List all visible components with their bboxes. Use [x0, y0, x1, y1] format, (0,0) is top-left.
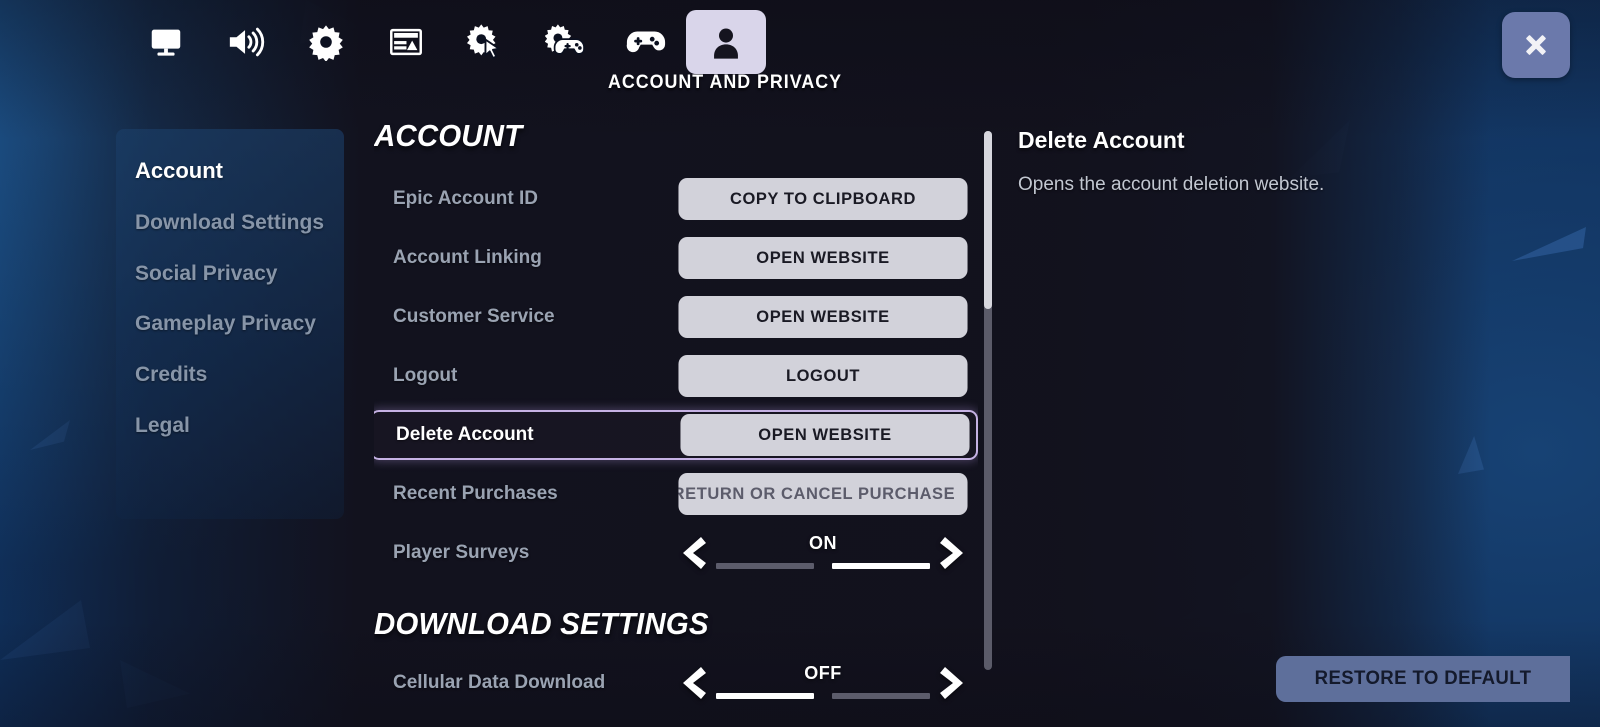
- option-row[interactable]: Recent Purchases RETURN OR CANCEL PURCHAS…: [374, 469, 978, 519]
- option-action-button[interactable]: COPY TO CLIPBOARD: [678, 178, 968, 220]
- option-control: OFF: [674, 660, 978, 706]
- option-label: Cellular Data Download: [393, 672, 606, 693]
- gear-cursor-icon: [466, 23, 506, 61]
- sidebar-item-gameplay-privacy[interactable]: Gameplay Privacy: [135, 312, 325, 336]
- option-row[interactable]: Player Surveys ON: [374, 528, 978, 578]
- option-label: Recent Purchases: [393, 483, 558, 504]
- option-control: LOGOUT: [674, 355, 978, 397]
- description-title: Delete Account: [1018, 127, 1185, 153]
- audio-settings-tab[interactable]: [206, 10, 286, 74]
- option-row[interactable]: Cellular Data Download OFF: [374, 658, 978, 708]
- stepper-next-arrow[interactable]: [936, 533, 972, 573]
- stepper-previous-arrow[interactable]: [674, 663, 710, 703]
- speaker-icon: [226, 23, 266, 61]
- chevron-left-icon: [675, 534, 709, 572]
- stepper-segment[interactable]: [716, 693, 814, 699]
- option-control: RETURN OR CANCEL PURCHASE: [674, 473, 978, 515]
- gear-icon: [307, 23, 345, 61]
- sidebar-item-social-privacy[interactable]: Social Privacy: [135, 262, 325, 286]
- stepper-value-area: OFF: [716, 663, 930, 703]
- option-label: Logout: [393, 365, 458, 386]
- stepper-value-label: OFF: [804, 663, 842, 683]
- option-control: COPY TO CLIPBOARD: [674, 178, 978, 220]
- sidebar-item-credits[interactable]: Credits: [135, 363, 325, 387]
- option-action-button[interactable]: LOGOUT: [678, 355, 968, 397]
- section-heading: ACCOUNT: [374, 118, 523, 153]
- account-and-privacy-tab[interactable]: [686, 10, 766, 74]
- close-button[interactable]: [1502, 12, 1570, 78]
- option-label: Account Linking: [393, 247, 542, 268]
- option-action-button[interactable]: RETURN OR CANCEL PURCHASE: [678, 473, 968, 515]
- tab-icon-row: [126, 10, 766, 74]
- game-settings-tab[interactable]: [286, 10, 366, 74]
- option-control: OPEN WEBSITE: [674, 237, 978, 279]
- option-row[interactable]: Account Linking OPEN WEBSITE: [374, 233, 978, 283]
- option-control: ON: [674, 530, 978, 576]
- stepper-segment[interactable]: [832, 563, 930, 569]
- option-row[interactable]: Delete Account OPEN WEBSITE: [374, 410, 978, 460]
- stepper-segments: [716, 563, 930, 569]
- keyboard-controls-tab[interactable]: [606, 10, 686, 74]
- monitor-icon: [147, 23, 185, 61]
- option-label: Customer Service: [393, 306, 555, 327]
- option-label: Epic Account ID: [393, 188, 538, 209]
- option-control: OPEN WEBSITE: [674, 296, 978, 338]
- option-action-button[interactable]: OPEN WEBSITE: [680, 414, 970, 456]
- gear-gamepad-icon: [545, 23, 587, 61]
- sidebar-item-download-settings[interactable]: Download Settings: [135, 211, 325, 235]
- main-list-scrollbar[interactable]: [984, 131, 992, 670]
- hud-layout-icon: [387, 23, 425, 61]
- stepper-value-area: ON: [716, 533, 930, 573]
- settings-screen: ACCOUNT AND PRIVACY Account Download Sett…: [0, 0, 1600, 727]
- hud-layout-tab[interactable]: [366, 10, 446, 74]
- chevron-left-icon: [675, 664, 709, 702]
- option-row[interactable]: Logout LOGOUT: [374, 351, 978, 401]
- option-label: Player Surveys: [393, 542, 530, 563]
- option-row[interactable]: Epic Account ID COPY TO CLIPBOARD: [374, 174, 978, 224]
- description-panel: Delete Account Opens the account deletio…: [1018, 127, 1488, 198]
- stepper-segment[interactable]: [716, 563, 814, 569]
- gamepad-icon: [625, 24, 667, 60]
- option-label: Delete Account: [396, 424, 534, 445]
- active-tab-title: ACCOUNT AND PRIVACY: [608, 72, 842, 93]
- input-settings-tab[interactable]: [446, 10, 526, 74]
- sidebar-item-legal[interactable]: Legal: [135, 414, 325, 438]
- sidebar-item-account[interactable]: Account: [135, 158, 325, 184]
- person-icon: [708, 23, 744, 61]
- option-action-button[interactable]: OPEN WEBSITE: [678, 237, 968, 279]
- scrollbar-thumb[interactable]: [984, 131, 992, 309]
- decorative-shard: [0, 600, 90, 660]
- option-stepper: OFF: [674, 660, 972, 706]
- decorative-shard: [120, 660, 190, 708]
- settings-tab-bar: ACCOUNT AND PRIVACY: [0, 0, 1600, 100]
- section-heading: DOWNLOAD SETTINGS: [374, 606, 709, 641]
- video-settings-tab[interactable]: [126, 10, 206, 74]
- settings-options-list: ACCOUNT Epic Account ID COPY TO CLIPBOARD A…: [374, 118, 978, 718]
- option-action-button[interactable]: OPEN WEBSITE: [678, 296, 968, 338]
- stepper-previous-arrow[interactable]: [674, 533, 710, 573]
- option-stepper: ON: [674, 530, 972, 576]
- stepper-segment[interactable]: [832, 693, 930, 699]
- close-icon: [1526, 35, 1546, 55]
- decorative-shard: [1458, 436, 1484, 474]
- decorative-shard: [30, 420, 70, 450]
- chevron-right-icon: [937, 534, 971, 572]
- settings-sidebar: Account Download Settings Social Privacy Ga…: [116, 129, 344, 519]
- description-body: Opens the account deletion website.: [1018, 174, 1325, 195]
- chevron-right-icon: [937, 664, 971, 702]
- stepper-next-arrow[interactable]: [936, 663, 972, 703]
- restore-to-default-button[interactable]: RESTORE TO DEFAULT: [1276, 656, 1570, 702]
- stepper-segments: [716, 693, 930, 699]
- decorative-shard: [1180, 560, 1270, 620]
- option-control: OPEN WEBSITE: [676, 414, 976, 456]
- decorative-shard: [1512, 227, 1586, 261]
- option-row[interactable]: Customer Service OPEN WEBSITE: [374, 292, 978, 342]
- controller-settings-tab[interactable]: [526, 10, 606, 74]
- stepper-value-label: ON: [808, 533, 838, 553]
